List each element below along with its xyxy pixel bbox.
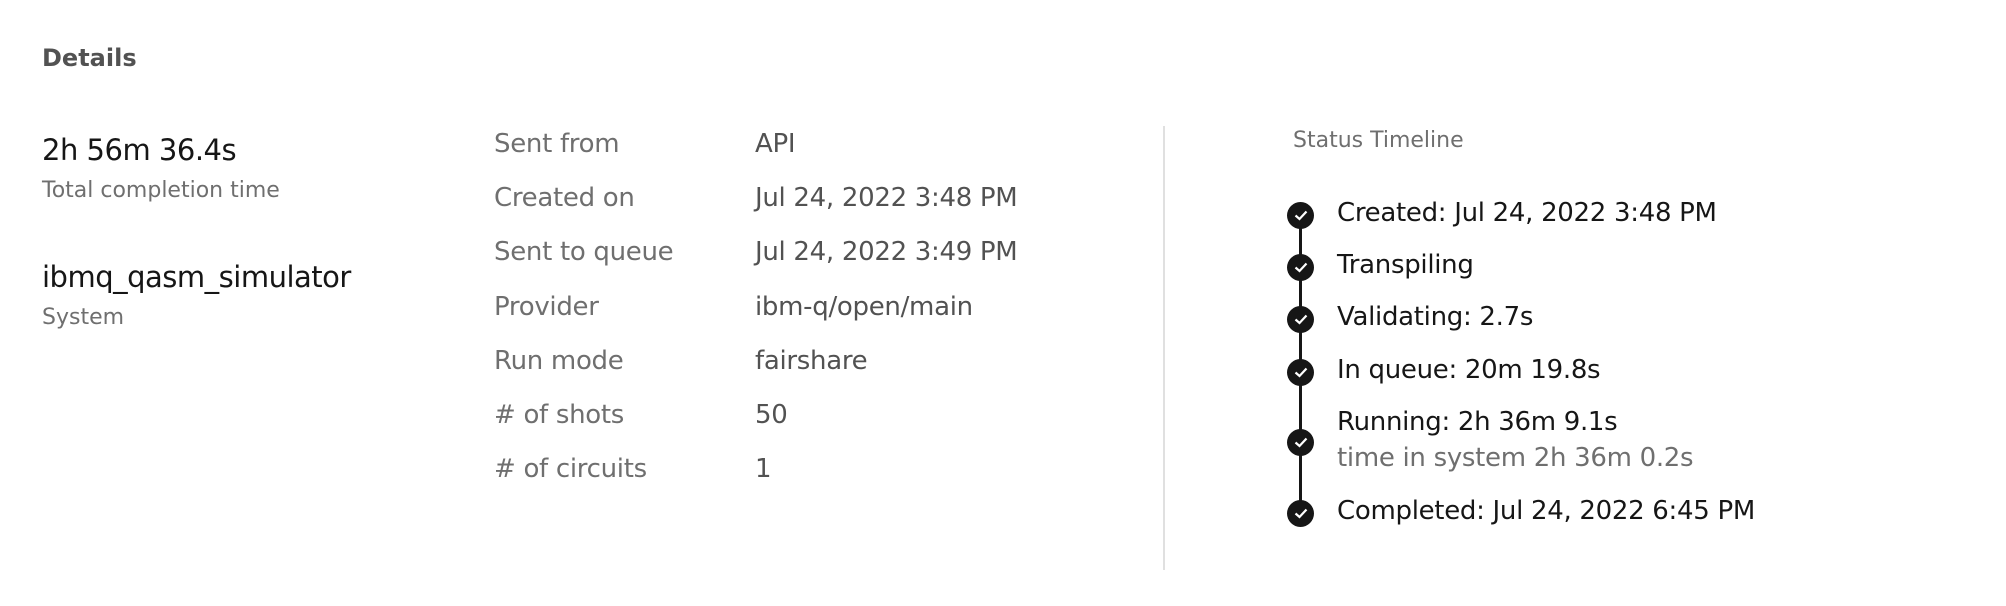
detail-label: Provider [494,292,599,322]
timeline-item-subtext: time in system 2h 36m 0.2s [1337,443,1694,473]
total-completion-time-label: Total completion time [42,178,280,203]
system-name: ibmq_qasm_simulator [42,260,351,294]
timeline-item: Created: Jul 24, 2022 3:48 PM [1337,198,1717,228]
detail-label: Sent to queue [494,237,674,267]
detail-value: Jul 24, 2022 3:48 PM [755,183,1018,213]
detail-value: 1 [755,454,772,484]
detail-label: Created on [494,183,635,213]
detail-value: Jul 24, 2022 3:49 PM [755,237,1018,267]
detail-value: 50 [755,400,788,430]
vertical-divider [1163,126,1165,570]
checkmark-filled-icon [1287,359,1314,386]
timeline-item: Transpiling [1337,250,1474,280]
checkmark-filled-icon [1287,306,1314,333]
detail-label: Run mode [494,346,624,376]
checkmark-filled-icon [1287,254,1314,281]
detail-value: ibm-q/open/main [755,292,973,322]
detail-value: fairshare [755,346,868,376]
total-completion-time: 2h 56m 36.4s [42,133,237,167]
timeline-item: Validating: 2.7s [1337,302,1534,332]
checkmark-filled-icon [1287,429,1314,456]
timeline-item: Completed: Jul 24, 2022 6:45 PM [1337,496,1755,526]
timeline-item: In queue: 20m 19.8s [1337,355,1601,385]
system-label: System [42,305,125,330]
timeline-title: Status Timeline [1293,128,1464,153]
detail-label: # of circuits [494,454,647,484]
checkmark-filled-icon [1287,202,1314,229]
timeline-item: Running: 2h 36m 9.1s [1337,407,1618,437]
detail-label: Sent from [494,129,620,159]
section-title: Details [42,44,137,72]
detail-label: # of shots [494,400,625,430]
checkmark-filled-icon [1287,500,1314,527]
detail-value: API [755,129,796,159]
